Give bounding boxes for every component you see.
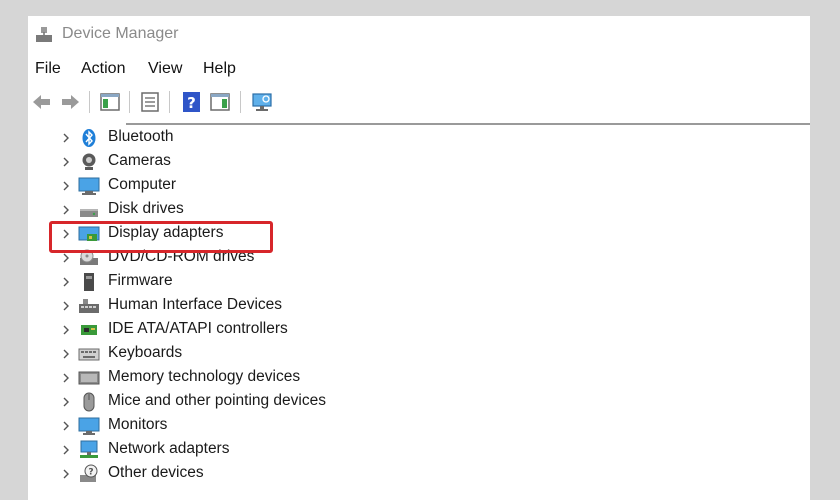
toolbar-separator xyxy=(89,91,90,113)
menu-help[interactable]: Help xyxy=(203,58,236,80)
device-manager-window: Device Manager File Action View Help ? B… xyxy=(28,16,810,500)
chevron-right-icon[interactable] xyxy=(60,468,72,480)
tree-item-label: Keyboards xyxy=(108,344,183,361)
menu-view[interactable]: View xyxy=(148,58,182,80)
chevron-right-icon[interactable] xyxy=(60,276,72,288)
chevron-right-icon[interactable] xyxy=(60,324,72,336)
menu-bar: File Action View Help xyxy=(28,58,810,82)
console-tree-icon[interactable] xyxy=(98,90,122,114)
help-icon[interactable]: ? xyxy=(180,90,204,114)
bluetooth-icon xyxy=(82,129,96,147)
tree-item-label: Firmware xyxy=(108,272,173,289)
action-pane-icon[interactable] xyxy=(208,90,232,114)
tree-item-label: Memory technology devices xyxy=(108,368,301,385)
tree-item-label: Network adapters xyxy=(108,440,230,457)
disk-drive-icon xyxy=(80,209,98,217)
chevron-right-icon[interactable] xyxy=(60,252,72,264)
toolbar-divider xyxy=(126,123,810,125)
tree-item-label: Mice and other pointing devices xyxy=(108,392,326,409)
scan-hardware-icon[interactable] xyxy=(250,90,274,114)
keyboard-icon xyxy=(78,348,100,361)
chevron-right-icon[interactable] xyxy=(60,300,72,312)
tree-item-memory-technology-devices[interactable]: Memory technology devices xyxy=(28,366,628,390)
computer-icon xyxy=(78,177,100,195)
toolbar-separator xyxy=(129,91,130,113)
window-title: Device Manager xyxy=(62,25,179,42)
forward-arrow-icon[interactable] xyxy=(58,90,82,114)
firmware-icon xyxy=(84,273,94,291)
other-devices-icon: ? xyxy=(80,464,98,482)
back-arrow-icon[interactable] xyxy=(30,90,54,114)
properties-icon[interactable] xyxy=(138,90,162,114)
hid-icon xyxy=(79,299,99,313)
toolbar-separator xyxy=(240,91,241,113)
tree-item-label: IDE ATA/ATAPI controllers xyxy=(108,320,288,337)
svg-text:?: ? xyxy=(88,468,93,478)
tree-item-human-interface-devices[interactable]: Human Interface Devices xyxy=(28,294,628,318)
menu-file[interactable]: File xyxy=(35,58,61,80)
tree-item-mice[interactable]: Mice and other pointing devices xyxy=(28,390,628,414)
tree-item-network-adapters[interactable]: Network adapters xyxy=(28,438,628,462)
tree-item-keyboards[interactable]: Keyboards xyxy=(28,342,628,366)
tree-item-label: Cameras xyxy=(108,152,171,169)
tree-item-ide-controllers[interactable]: IDE ATA/ATAPI controllers xyxy=(28,318,628,342)
chevron-right-icon[interactable] xyxy=(60,204,72,216)
title-bar: Device Manager xyxy=(28,16,810,56)
tree-item-label: Human Interface Devices xyxy=(108,296,283,313)
tree-item-label: Other devices xyxy=(108,464,204,481)
chevron-right-icon[interactable] xyxy=(60,180,72,192)
device-tree: Bluetooth Cameras Computer Disk drives D… xyxy=(28,126,810,500)
tree-item-label: Disk drives xyxy=(108,200,184,217)
tree-item-bluetooth[interactable]: Bluetooth xyxy=(28,126,628,150)
ide-controller-icon xyxy=(81,325,97,335)
tree-item-label: Monitors xyxy=(108,416,168,433)
menu-action[interactable]: Action xyxy=(81,58,125,80)
mouse-icon xyxy=(83,392,95,412)
tree-item-label: Computer xyxy=(108,176,177,193)
chevron-right-icon[interactable] xyxy=(60,348,72,360)
camera-icon xyxy=(82,153,96,170)
tree-item-computer[interactable]: Computer xyxy=(28,174,628,198)
tree-item-monitors[interactable]: Monitors xyxy=(28,414,628,438)
chevron-right-icon[interactable] xyxy=(60,156,72,168)
chevron-right-icon[interactable] xyxy=(60,444,72,456)
chevron-right-icon[interactable] xyxy=(60,132,72,144)
toolbar: ? xyxy=(28,88,810,118)
memory-device-icon xyxy=(78,371,100,385)
toolbar-separator xyxy=(169,91,170,113)
svg-text:?: ? xyxy=(187,94,196,112)
monitor-icon xyxy=(78,417,100,435)
chevron-right-icon[interactable] xyxy=(60,372,72,384)
tree-item-firmware[interactable]: Firmware xyxy=(28,270,628,294)
tree-item-other-devices[interactable]: ? Other devices xyxy=(28,462,628,486)
network-adapter-icon xyxy=(80,440,98,458)
device-manager-icon xyxy=(36,27,52,42)
chevron-right-icon[interactable] xyxy=(60,396,72,408)
tree-item-label: Bluetooth xyxy=(108,128,174,145)
chevron-right-icon[interactable] xyxy=(60,420,72,432)
tree-item-cameras[interactable]: Cameras xyxy=(28,150,628,174)
tree-item-disk-drives[interactable]: Disk drives xyxy=(28,198,628,222)
display-adapters-highlight-box xyxy=(49,221,273,253)
